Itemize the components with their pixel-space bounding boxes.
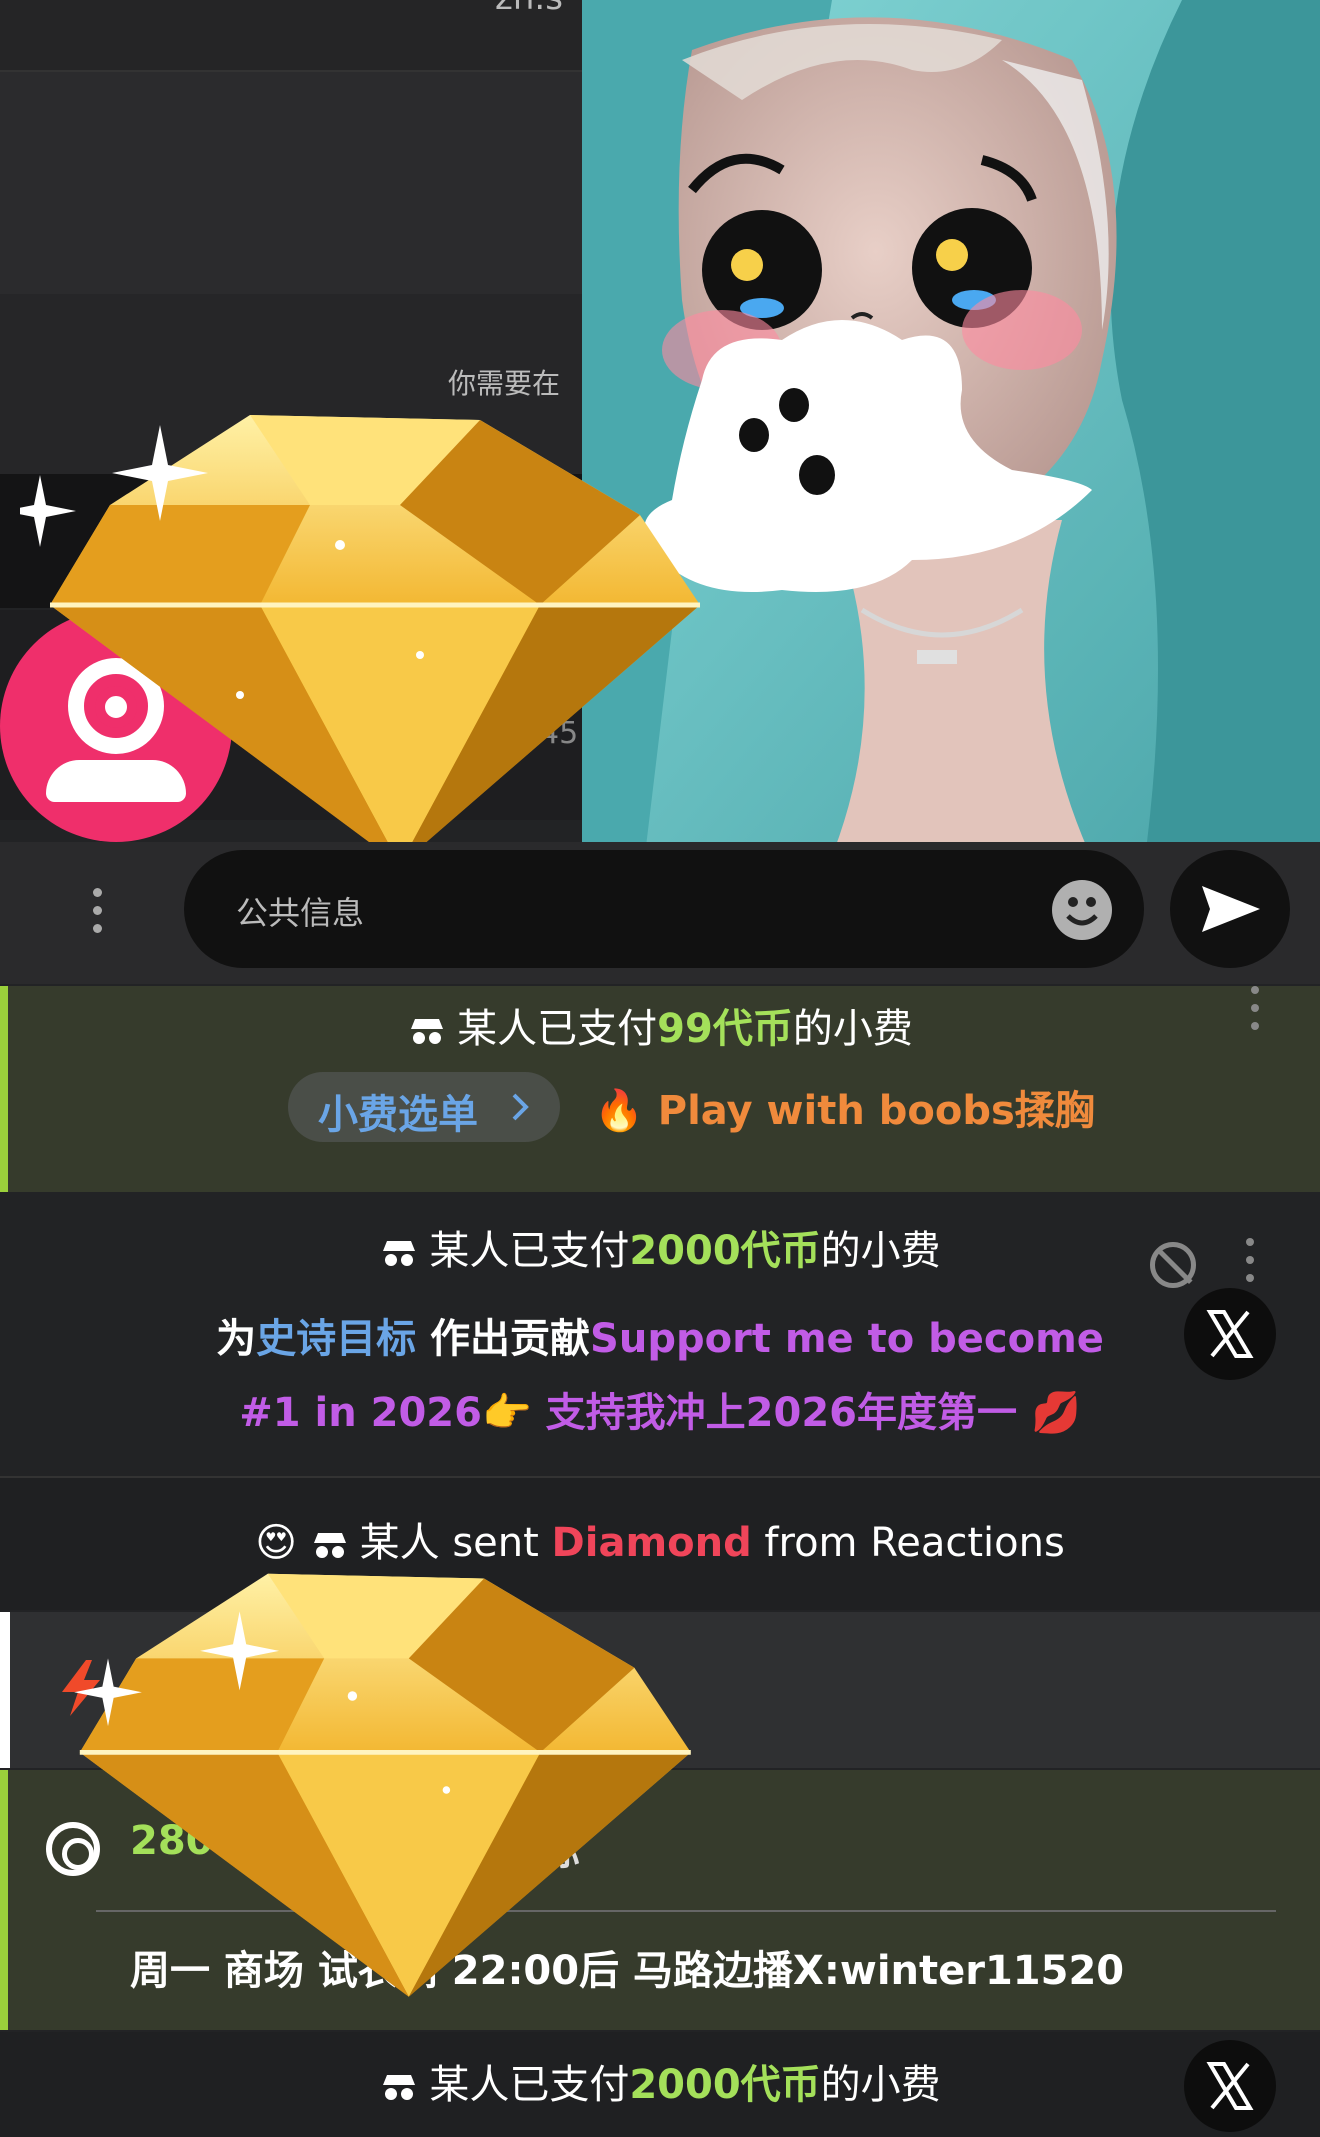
gift-suffix: from Reactions (751, 1520, 1065, 1566)
diamond-gift-icon (20, 415, 700, 865)
goal-text-1: Support me to become (590, 1316, 1104, 1362)
chat-panel (0, 72, 600, 294)
tip-prefix: 某人已支付 (429, 2062, 630, 2108)
tip-message: 某人已支付2000代币的小费 (0, 2032, 1320, 2137)
tip-menu-label: 小费选单 (318, 1092, 478, 1138)
goal-text-2: #1 in 2026👉 支持我冲上2026年度第一 (239, 1390, 1018, 1436)
kebab-icon[interactable] (90, 888, 104, 938)
site-title: zh.s (495, 0, 563, 18)
tip-amount: 99代币 (657, 1006, 793, 1052)
goal-emoji: 💋 (1030, 1390, 1081, 1436)
fire-icon: 🔥 (594, 1088, 644, 1134)
tip-amount: 2000代币 (629, 1228, 821, 1274)
diamond-gift-icon (74, 1573, 691, 1997)
send-button[interactable] (1170, 850, 1290, 968)
tip-menu-item: Play with boobs揉胸 (657, 1088, 1095, 1134)
tip-suffix: 的小费 (792, 1006, 913, 1052)
spy-icon (383, 2075, 416, 2100)
tip-amount: 2000代币 (629, 2062, 821, 2108)
send-icon (1202, 886, 1260, 932)
x-logo-icon (1206, 2062, 1254, 2110)
x-logo-icon (1206, 1310, 1254, 1358)
epic-goal-message: 某人已支付2000代币的小费 为史诗目标 作出贡献Support me to b… (0, 1194, 1320, 1478)
more-options-icon[interactable] (1245, 1238, 1255, 1290)
tip-suffix: 的小费 (820, 2062, 941, 2108)
more-options-icon[interactable] (1250, 986, 1260, 1038)
tip-suffix: 的小费 (820, 1228, 941, 1274)
goal-prefix: 为 (216, 1316, 257, 1362)
goal-label[interactable]: 史诗目标 (256, 1316, 416, 1362)
tip-menu-button[interactable]: 小费选单 (288, 1072, 560, 1142)
emoji-icon[interactable] (1052, 880, 1112, 940)
spy-icon (411, 1019, 444, 1044)
chevron-right-icon (512, 1093, 529, 1121)
message-input-placeholder: 公共信息 (236, 894, 365, 932)
ban-icon[interactable] (1150, 1242, 1196, 1288)
x-logo-button[interactable] (1184, 2040, 1276, 2132)
x-logo-button[interactable] (1184, 1288, 1276, 1380)
tip-prefix: 某人已支付 (429, 1228, 630, 1274)
goal-mid: 作出贡献 (416, 1316, 591, 1362)
spy-icon (383, 1241, 416, 1266)
tip-prefix: 某人已支付 (457, 1006, 658, 1052)
